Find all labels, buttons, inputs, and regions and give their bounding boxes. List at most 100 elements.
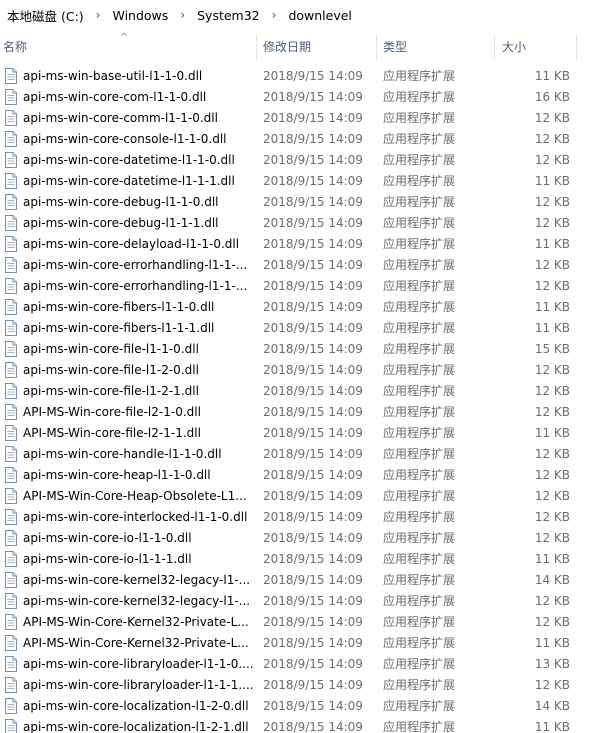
file-row[interactable]: api-ms-win-core-kernel32-legacy-l1-... 20… — [0, 591, 605, 612]
file-name: api-ms-win-core-debug-l1-1-1.dll — [23, 216, 219, 230]
file-row[interactable]: API-MS-Win-core-file-l2-1-1.dll 2018/9/15… — [0, 423, 605, 444]
file-row[interactable]: api-ms-win-core-delayload-l1-1-0.dll 2018… — [0, 234, 605, 255]
column-header-date[interactable]: 修改日期 — [260, 32, 376, 62]
breadcrumb-item-system32[interactable]: System32 — [194, 8, 263, 23]
file-size: 12 KB — [534, 216, 570, 230]
dll-file-icon — [5, 236, 17, 252]
file-modified-date: 2018/9/15 14:09 — [263, 321, 363, 335]
file-row[interactable]: api-ms-win-core-libraryloader-l1-1-0....… — [0, 654, 605, 675]
file-row[interactable]: api-ms-win-core-comm-l1-1-0.dll 2018/9/15… — [0, 108, 605, 129]
file-row[interactable]: api-ms-win-core-debug-l1-1-1.dll 2018/9/1… — [0, 213, 605, 234]
file-size: 12 KB — [534, 132, 570, 146]
file-type: 应用程序扩展 — [383, 363, 456, 377]
file-name: api-ms-win-core-libraryloader-l1-1-1.... — [23, 678, 253, 692]
column-divider[interactable] — [256, 35, 257, 59]
file-row[interactable]: api-ms-win-core-handle-l1-1-0.dll 2018/9/… — [0, 444, 605, 465]
breadcrumb-separator[interactable]: › — [87, 8, 110, 22]
dll-file-icon — [5, 677, 17, 693]
file-row[interactable]: api-ms-win-core-file-l1-2-1.dll 2018/9/15… — [0, 381, 605, 402]
breadcrumb-separator[interactable]: › — [171, 8, 194, 22]
file-row[interactable]: api-ms-win-core-kernel32-legacy-l1-... 20… — [0, 570, 605, 591]
dll-file-icon — [5, 635, 17, 651]
file-name: API-MS-Win-core-file-l2-1-0.dll — [23, 405, 201, 419]
file-row[interactable]: api-ms-win-core-errorhandling-l1-1-... 20… — [0, 255, 605, 276]
file-row[interactable]: api-ms-win-core-console-l1-1-0.dll 2018/9… — [0, 129, 605, 150]
column-divider[interactable] — [494, 35, 495, 59]
file-modified-date: 2018/9/15 14:09 — [263, 531, 363, 545]
file-row[interactable]: API-MS-Win-Core-Kernel32-Private-L... 201… — [0, 612, 605, 633]
file-row[interactable]: api-ms-win-core-io-l1-1-0.dll 2018/9/15 1… — [0, 528, 605, 549]
file-row[interactable]: API-MS-Win-core-file-l2-1-0.dll 2018/9/15… — [0, 402, 605, 423]
file-type: 应用程序扩展 — [383, 216, 456, 230]
file-row[interactable]: api-ms-win-core-com-l1-1-0.dll 2018/9/15 … — [0, 87, 605, 108]
column-divider[interactable] — [376, 35, 377, 59]
file-size: 11 KB — [534, 237, 570, 251]
file-name: api-ms-win-core-heap-l1-1-0.dll — [23, 468, 211, 482]
file-row[interactable]: api-ms-win-core-localization-l1-2-0.dll 2… — [0, 696, 605, 717]
file-name: api-ms-win-core-fibers-l1-1-1.dll — [23, 321, 215, 335]
dll-file-icon — [5, 383, 17, 399]
file-row[interactable]: api-ms-win-core-errorhandling-l1-1-... 20… — [0, 276, 605, 297]
file-row[interactable]: api-ms-win-core-file-l1-2-0.dll 2018/9/15… — [0, 360, 605, 381]
file-row[interactable]: api-ms-win-core-heap-l1-1-0.dll 2018/9/15… — [0, 465, 605, 486]
breadcrumb-item-downlevel[interactable]: downlevel — [285, 8, 354, 23]
file-name: API-MS-Win-Core-Heap-Obsolete-L1... — [23, 489, 247, 503]
file-size: 12 KB — [534, 447, 570, 461]
file-name: api-ms-win-core-localization-l1-2-1.dll — [23, 720, 249, 733]
file-modified-date: 2018/9/15 14:09 — [263, 489, 363, 503]
breadcrumb-item-drive[interactable]: 本地磁盘 (C:) — [4, 6, 87, 25]
file-size: 12 KB — [534, 153, 570, 167]
column-divider[interactable] — [576, 35, 577, 59]
column-header-name[interactable]: 名称 — [0, 32, 256, 62]
dll-file-icon — [5, 110, 17, 126]
file-modified-date: 2018/9/15 14:09 — [263, 132, 363, 146]
file-row[interactable]: api-ms-win-core-io-l1-1-1.dll 2018/9/15 1… — [0, 549, 605, 570]
file-size: 12 KB — [534, 363, 570, 377]
file-row[interactable]: api-ms-win-core-datetime-l1-1-0.dll 2018/… — [0, 150, 605, 171]
file-size: 11 KB — [534, 300, 570, 314]
file-name: api-ms-win-core-errorhandling-l1-1-... — [23, 258, 248, 272]
file-row[interactable]: api-ms-win-base-util-l1-1-0.dll 2018/9/15… — [0, 66, 605, 87]
file-name: api-ms-win-core-io-l1-1-0.dll — [23, 531, 192, 545]
file-type: 应用程序扩展 — [383, 174, 456, 188]
file-row[interactable]: api-ms-win-core-fibers-l1-1-1.dll 2018/9/… — [0, 318, 605, 339]
dll-file-icon — [5, 530, 17, 546]
breadcrumb-separator[interactable]: › — [263, 8, 286, 22]
file-row[interactable]: api-ms-win-core-libraryloader-l1-1-1....… — [0, 675, 605, 696]
file-row[interactable]: api-ms-win-core-fibers-l1-1-0.dll 2018/9/… — [0, 297, 605, 318]
file-name: api-ms-win-core-console-l1-1-0.dll — [23, 132, 227, 146]
file-modified-date: 2018/9/15 14:09 — [263, 69, 363, 83]
file-row[interactable]: api-ms-win-core-datetime-l1-1-1.dll 2018/… — [0, 171, 605, 192]
column-header-type[interactable]: 类型 — [380, 32, 494, 62]
file-row[interactable]: API-MS-Win-Core-Heap-Obsolete-L1... 2018/… — [0, 486, 605, 507]
dll-file-icon — [5, 446, 17, 462]
file-row[interactable]: API-MS-Win-Core-Kernel32-Private-L... 201… — [0, 633, 605, 654]
file-modified-date: 2018/9/15 14:09 — [263, 174, 363, 188]
file-size: 12 KB — [534, 531, 570, 545]
file-size: 12 KB — [534, 489, 570, 503]
dll-file-icon — [5, 551, 17, 567]
file-modified-date: 2018/9/15 14:09 — [263, 90, 363, 104]
file-modified-date: 2018/9/15 14:09 — [263, 216, 363, 230]
file-type: 应用程序扩展 — [383, 132, 456, 146]
file-name: api-ms-win-core-fibers-l1-1-0.dll — [23, 300, 215, 314]
file-row[interactable]: api-ms-win-core-debug-l1-1-0.dll 2018/9/1… — [0, 192, 605, 213]
file-row[interactable]: api-ms-win-core-localization-l1-2-1.dll 2… — [0, 717, 605, 733]
file-modified-date: 2018/9/15 14:09 — [263, 342, 363, 356]
file-modified-date: 2018/9/15 14:09 — [263, 300, 363, 314]
column-header-size[interactable]: 大小 — [499, 32, 575, 62]
breadcrumb-item-windows[interactable]: Windows — [109, 8, 171, 23]
dll-file-icon — [5, 362, 17, 378]
dll-file-icon — [5, 425, 17, 441]
file-row[interactable]: api-ms-win-core-file-l1-1-0.dll 2018/9/15… — [0, 339, 605, 360]
file-size: 13 KB — [534, 657, 570, 671]
file-modified-date: 2018/9/15 14:09 — [263, 195, 363, 209]
file-type: 应用程序扩展 — [383, 447, 456, 461]
file-modified-date: 2018/9/15 14:09 — [263, 573, 363, 587]
file-size: 12 KB — [534, 258, 570, 272]
file-row[interactable]: api-ms-win-core-interlocked-l1-1-0.dll 20… — [0, 507, 605, 528]
file-size: 12 KB — [534, 594, 570, 608]
dll-file-icon — [5, 131, 17, 147]
file-type: 应用程序扩展 — [383, 720, 456, 733]
file-type: 应用程序扩展 — [383, 258, 456, 272]
